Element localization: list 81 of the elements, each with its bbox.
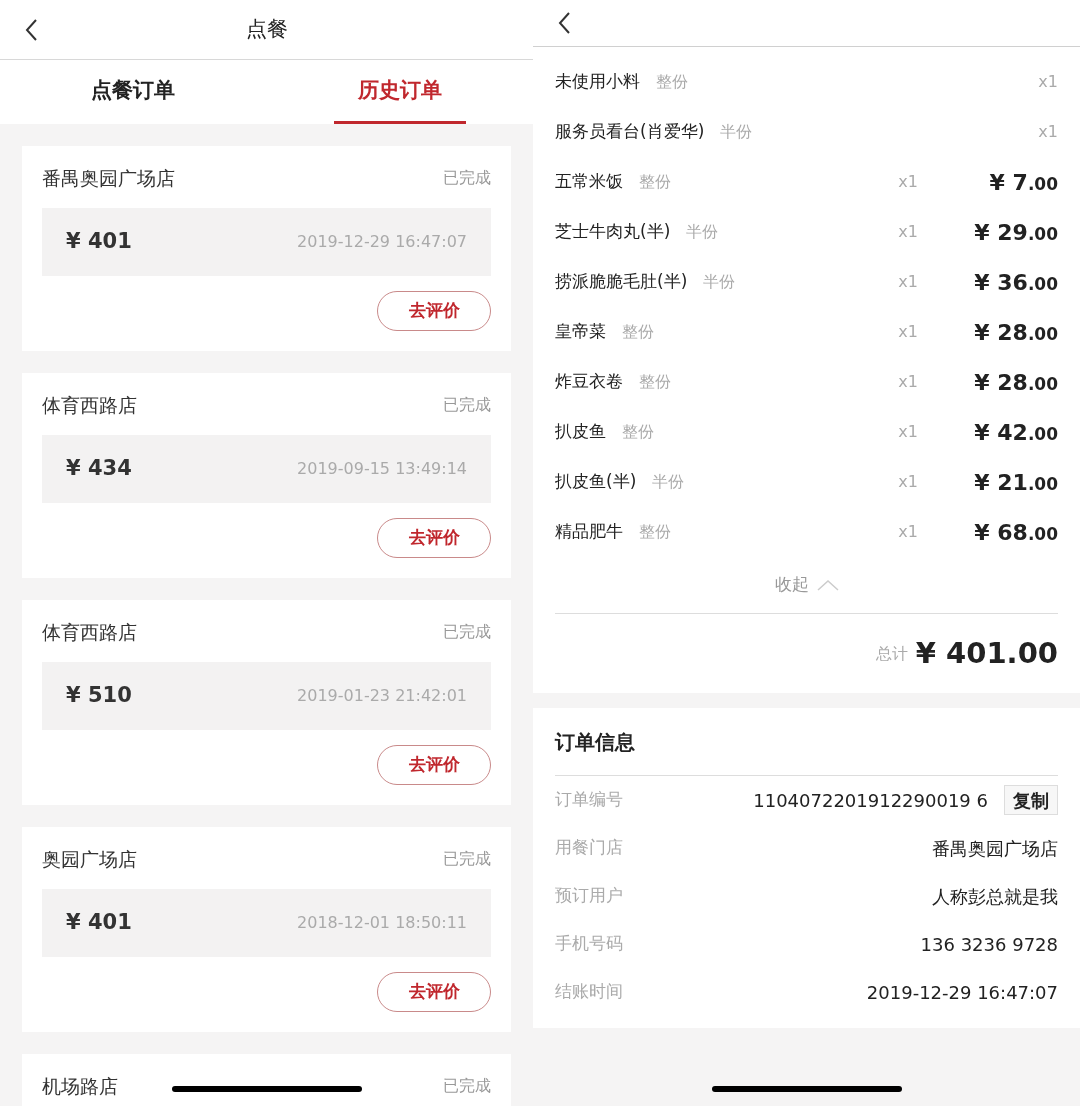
item-quantity: x1 <box>898 271 918 293</box>
info-value: 人称彭总就是我 <box>932 884 1058 909</box>
order-time: 2019-01-23 21:42:01 <box>297 685 467 707</box>
item-quantity: x1 <box>1038 121 1058 143</box>
item-portion: 整份 <box>622 321 654 343</box>
item-portion: 整份 <box>639 171 671 193</box>
page-title: 点餐 <box>245 15 288 43</box>
item-quantity: x1 <box>898 171 918 193</box>
order-status: 已完成 <box>443 848 491 870</box>
item-portion: 半份 <box>652 471 685 493</box>
section-title: 订单信息 <box>555 728 635 756</box>
order-status: 已完成 <box>443 1075 491 1097</box>
item-portion: 半份 <box>720 121 753 143</box>
back-icon[interactable] <box>24 17 38 42</box>
back-icon[interactable] <box>557 11 571 35</box>
order-card[interactable]: 体育西路店 已完成 ¥ 510 2019-01-23 21:42:01 去评价 <box>22 600 511 805</box>
item-quantity: x1 <box>898 321 918 343</box>
info-label: 订单编号 <box>555 788 623 812</box>
info-label: 预订用户 <box>555 884 623 908</box>
chevron-up-icon <box>816 579 839 591</box>
item-portion: 整份 <box>656 71 688 93</box>
store-name: 体育西路店 <box>42 392 137 418</box>
order-card[interactable]: 番禺奥园广场店 已完成 ¥ 401 2019-12-29 16:47:07 去评价 <box>22 146 511 351</box>
info-label: 结账时间 <box>555 980 623 1004</box>
item-quantity: x1 <box>898 471 918 493</box>
item-name: 扒皮鱼 <box>555 420 606 444</box>
order-amount: ¥ 510 <box>66 682 132 710</box>
order-time: 2018-12-01 18:50:11 <box>297 912 467 934</box>
total-amount: ¥ 401.00 <box>915 634 1058 672</box>
item-portion: 整份 <box>639 521 671 543</box>
order-status: 已完成 <box>443 167 491 189</box>
item-name: 服务员看台(肖爱华) <box>555 120 705 144</box>
order-status: 已完成 <box>443 394 491 416</box>
item-name: 扒皮鱼(半) <box>555 470 637 494</box>
store-name: 奥园广场店 <box>42 846 137 872</box>
order-card[interactable]: 机场路店 已完成 <box>22 1054 511 1106</box>
order-amount: ¥ 401 <box>66 228 132 256</box>
item-price: ¥ 68.00 <box>973 518 1058 547</box>
item-name: 炸豆衣卷 <box>555 370 623 394</box>
item-price: ¥ 28.00 <box>973 368 1058 397</box>
item-price: ¥ 28.00 <box>973 318 1058 347</box>
order-card[interactable]: 奥园广场店 已完成 ¥ 401 2018-12-01 18:50:11 去评价 <box>22 827 511 1032</box>
info-value: 136 3236 9728 <box>920 932 1058 957</box>
item-quantity: x1 <box>1038 71 1058 93</box>
item-portion: 整份 <box>639 371 671 393</box>
tab[interactable]: 历史订单 <box>333 60 466 124</box>
item-name: 芝士牛肉丸(半) <box>555 220 671 244</box>
item-name: 精品肥牛 <box>555 520 623 544</box>
item-price: ¥ 36.00 <box>973 268 1058 297</box>
item-name: 五常米饭 <box>555 170 623 194</box>
info-value: 2019-12-29 16:47:07 <box>866 980 1058 1005</box>
order-amount: ¥ 401 <box>66 909 132 937</box>
item-portion: 半份 <box>686 221 719 243</box>
store-name: 番禺奥园广场店 <box>42 165 175 191</box>
order-time: 2019-12-29 16:47:07 <box>297 231 467 253</box>
order-card[interactable]: 体育西路店 已完成 ¥ 434 2019-09-15 13:49:14 去评价 <box>22 373 511 578</box>
item-name: 捞派脆脆毛肚(半) <box>555 270 688 294</box>
item-name: 皇帝菜 <box>555 320 606 344</box>
store-name: 体育西路店 <box>42 619 137 645</box>
item-price: ¥ 29.00 <box>973 218 1058 247</box>
total-label: 总计 <box>875 642 908 665</box>
item-portion: 整份 <box>622 421 654 443</box>
store-name: 机场路店 <box>42 1073 118 1099</box>
item-price: ¥ 42.00 <box>973 418 1058 447</box>
order-amount: ¥ 434 <box>66 455 132 483</box>
item-quantity: x1 <box>898 221 918 243</box>
item-quantity: x1 <box>898 521 918 543</box>
info-label: 手机号码 <box>555 932 623 956</box>
order-time: 2019-09-15 13:49:14 <box>297 458 467 480</box>
item-name: 未使用小料 <box>555 70 640 94</box>
item-portion: 半份 <box>703 271 736 293</box>
order-status: 已完成 <box>443 621 491 643</box>
info-value: 1104072201912290019 6 <box>753 788 988 813</box>
copy-button[interactable]: 复制 <box>1004 785 1058 815</box>
item-quantity: x1 <box>898 371 918 393</box>
item-price: ¥ 21.00 <box>973 468 1058 497</box>
item-quantity: x1 <box>898 421 918 443</box>
info-value: 番禺奥园广场店 <box>932 836 1058 861</box>
tab[interactable]: 点餐订单 <box>67 60 200 124</box>
info-label: 用餐门店 <box>555 836 623 860</box>
item-price: ¥ 7.00 <box>988 168 1058 197</box>
